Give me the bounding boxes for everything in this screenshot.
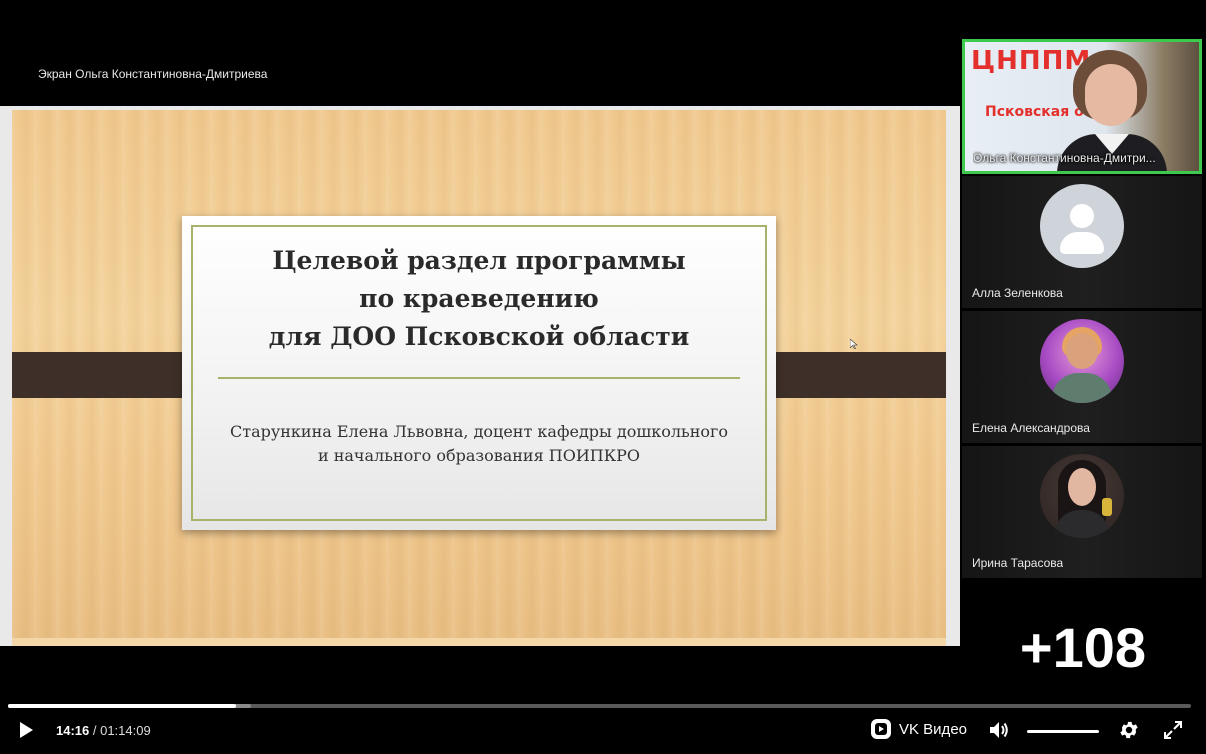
participant-name: Елена Александрова	[972, 421, 1090, 435]
participant-avatar	[1040, 454, 1124, 538]
participant-tile-active-speaker[interactable]: ЦНППМ Псковская об Ольга Константиновна-…	[962, 39, 1202, 174]
player-controls: 14:16 / 01:14:09 VK Видео	[0, 712, 1206, 754]
participant-avatar	[1040, 319, 1124, 403]
play-icon[interactable]	[18, 721, 34, 739]
volume-slider[interactable]	[1027, 730, 1099, 733]
participant-name: Алла Зеленкова	[972, 286, 1063, 300]
participant-name: Ольга Константиновна-Дмитри...	[973, 151, 1156, 165]
more-participants-count[interactable]: +108	[960, 608, 1206, 688]
participant-tile[interactable]: Елена Александрова	[962, 311, 1202, 443]
shared-screen: Целевой раздел программы по краеведению …	[0, 106, 960, 646]
fullscreen-icon[interactable]	[1163, 720, 1183, 740]
slide-divider	[218, 377, 740, 379]
total-time: 01:14:09	[100, 723, 151, 738]
vk-video-logo-icon[interactable]	[870, 718, 892, 740]
slide-subtitle-line: Старункина Елена Львовна, доцент кафедры…	[229, 422, 729, 441]
volume-icon[interactable]	[988, 720, 1010, 740]
mouse-cursor-icon	[850, 339, 858, 349]
participant-tile[interactable]: Алла Зеленкова	[962, 176, 1202, 308]
presentation-slide: Целевой раздел программы по краеведению …	[12, 110, 946, 638]
slide-band-right	[756, 352, 946, 398]
participants-panel: ЦНППМ Псковская об Ольга Константиновна-…	[960, 0, 1206, 700]
screen-share-caption: Экран Ольга Константиновна-Дмитриева	[38, 67, 268, 81]
participant-tile[interactable]: Ирина Тарасова	[962, 446, 1202, 578]
default-avatar-icon	[1040, 184, 1124, 268]
participant-name: Ирина Тарасова	[972, 556, 1064, 570]
slide-bottom-edge	[12, 638, 946, 646]
slide-title-line: Целевой раздел программы	[272, 246, 686, 275]
seek-progress	[8, 704, 237, 708]
slide-title-card: Целевой раздел программы по краеведению …	[182, 216, 776, 530]
current-time: 14:16	[56, 723, 90, 738]
time-display: 14:16 / 01:14:09	[56, 723, 151, 738]
seek-bar[interactable]	[8, 704, 1191, 708]
gear-icon[interactable]	[1118, 719, 1140, 741]
slide-title-line: по краеведению	[359, 284, 599, 313]
slide-subtitle-line: и начального образования ПОИПКРО	[317, 446, 641, 465]
time-separator: /	[89, 723, 101, 738]
video-viewport[interactable]: Экран Ольга Константиновна-Дмитриева Цел…	[0, 0, 960, 700]
slide-band-left	[12, 352, 202, 398]
vk-video-label[interactable]: VK Видео	[899, 721, 967, 738]
slide-title: Целевой раздел программы по краеведению …	[182, 242, 776, 356]
slide-title-line: для ДОО Псковской области	[268, 322, 690, 351]
slide-subtitle: Старункина Елена Львовна, доцент кафедры…	[182, 420, 776, 468]
